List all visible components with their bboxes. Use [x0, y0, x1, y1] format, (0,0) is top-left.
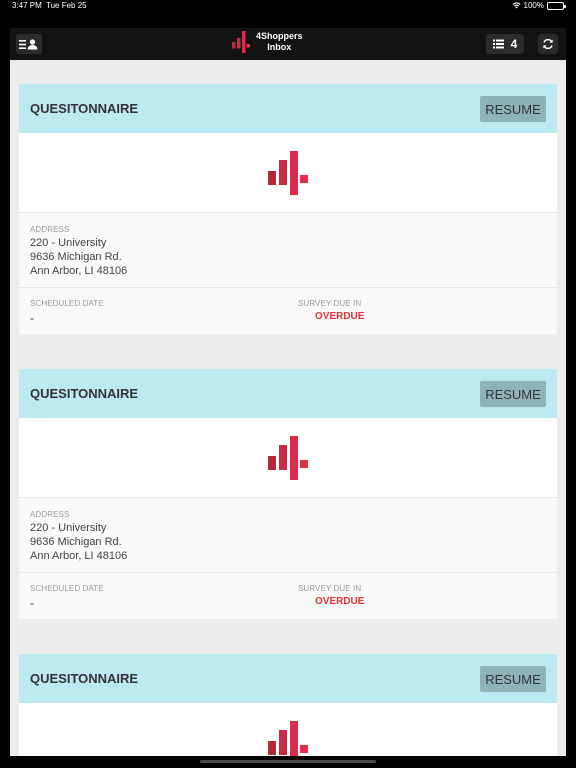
refresh-icon — [543, 38, 553, 50]
scheduled-date-label: SCHEDULED DATE — [30, 584, 104, 593]
list-count-button[interactable]: 4 — [486, 34, 524, 54]
status-bar: 3:47 PM Tue Feb 25 100% — [0, 0, 576, 12]
scheduled-date-value: - — [30, 311, 34, 325]
brand-logo-icon — [268, 720, 308, 756]
wifi-icon — [511, 2, 521, 9]
address-line: Ann Arbor, LI 48106 — [30, 265, 128, 277]
battery-percent: 100% — [523, 1, 544, 10]
card-header: QUESITONNAIRE RESUME — [19, 369, 557, 418]
resume-button[interactable]: RESUME — [480, 381, 546, 407]
overdue-status: OVERDUE — [315, 596, 365, 607]
address-label: ADDRESS — [30, 225, 70, 234]
address-label: ADDRESS — [30, 510, 70, 519]
survey-card[interactable]: QUESITONNAIRE RESUME ADDRESS 220 - Unive… — [19, 369, 557, 619]
status-right: 100% — [511, 1, 566, 10]
inbox-list[interactable]: QUESITONNAIRE RESUME ADDRESS 220 - Unive… — [10, 60, 566, 756]
resume-button[interactable]: RESUME — [480, 666, 546, 692]
dates-section: SCHEDULED DATE - SURVEY DUE IN OVERDUE — [19, 573, 557, 619]
address-line: 9636 Michigan Rd. — [30, 536, 122, 548]
brand-logo-icon — [268, 150, 308, 195]
address-line: 220 - University — [30, 237, 107, 249]
resume-button[interactable]: RESUME — [480, 96, 546, 122]
menu-user-icon — [19, 38, 38, 49]
card-logo — [19, 133, 557, 213]
address-line: 9636 Michigan Rd. — [30, 251, 122, 263]
nav-bar: 4Shoppers Inbox 4 — [10, 28, 566, 60]
survey-due-label: SURVEY DUE IN — [298, 299, 362, 308]
survey-card[interactable]: QUESITONNAIRE RESUME — [19, 654, 557, 756]
scheduled-date-label: SCHEDULED DATE — [30, 299, 104, 308]
overdue-status: OVERDUE — [315, 311, 365, 322]
card-logo — [19, 703, 557, 756]
card-title: QUESITONNAIRE — [30, 101, 139, 116]
status-date: Tue Feb 25 — [46, 1, 87, 10]
status-time: 3:47 PM — [12, 1, 42, 10]
app-title-line2: Inbox — [267, 42, 292, 52]
list-icon — [492, 39, 504, 49]
survey-due-label: SURVEY DUE IN — [298, 584, 362, 593]
address-line: Ann Arbor, LI 48106 — [30, 550, 128, 562]
card-title: QUESITONNAIRE — [30, 386, 139, 401]
card-header: QUESITONNAIRE RESUME — [19, 84, 557, 133]
app-logo-icon — [232, 31, 250, 53]
address-section: ADDRESS 220 - University 9636 Michigan R… — [19, 498, 557, 573]
battery-icon — [547, 1, 566, 10]
inbox-count: 4 — [510, 37, 518, 51]
menu-profile-button[interactable] — [16, 34, 42, 54]
survey-card[interactable]: QUESITONNAIRE RESUME ADDRESS 220 - Unive… — [19, 84, 557, 334]
home-indicator[interactable] — [200, 760, 376, 763]
card-logo — [19, 418, 557, 498]
app-title-line1: 4Shoppers — [256, 31, 303, 41]
scheduled-date-value: - — [30, 596, 34, 610]
app-title: 4Shoppers Inbox — [232, 31, 303, 53]
card-header: QUESITONNAIRE RESUME — [19, 654, 557, 703]
card-title: QUESITONNAIRE — [30, 671, 139, 686]
dates-section: SCHEDULED DATE - SURVEY DUE IN OVERDUE — [19, 288, 557, 334]
address-line: 220 - University — [30, 522, 107, 534]
brand-logo-icon — [268, 435, 308, 480]
refresh-button[interactable] — [538, 34, 558, 54]
address-section: ADDRESS 220 - University 9636 Michigan R… — [19, 213, 557, 288]
